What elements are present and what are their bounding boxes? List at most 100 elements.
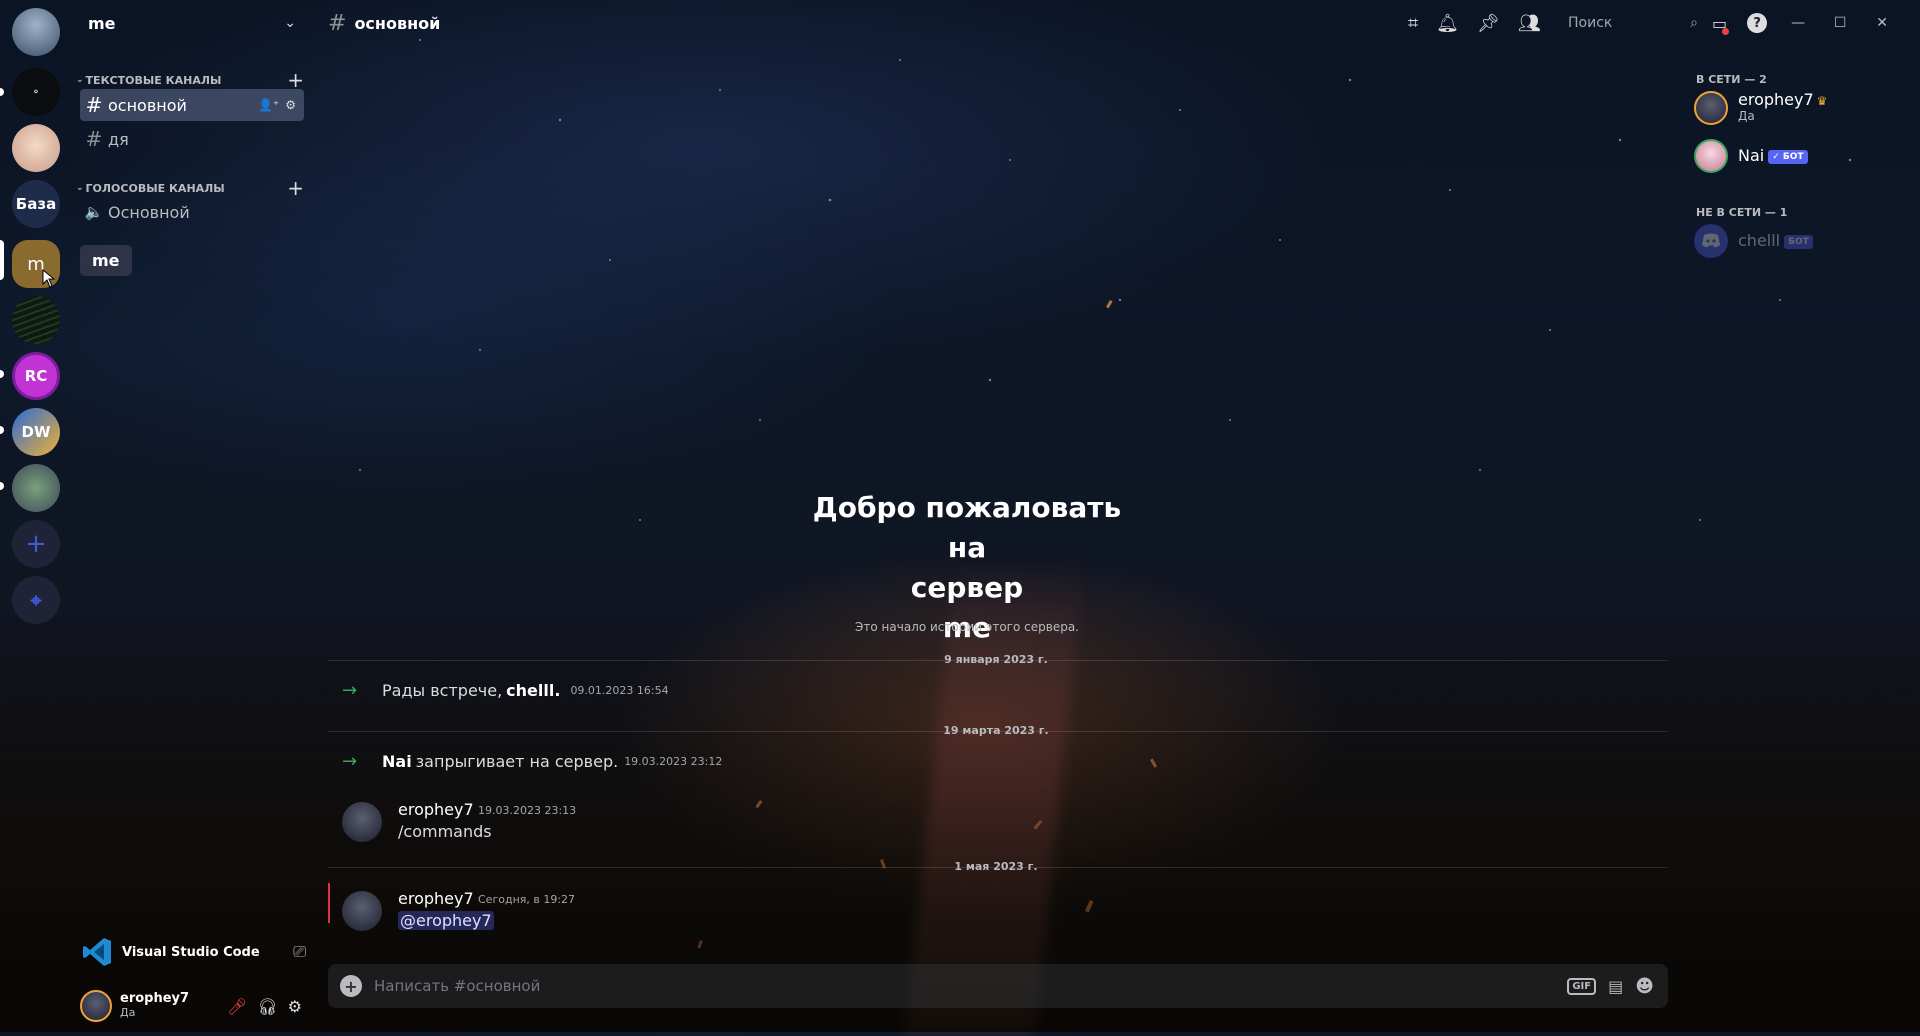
member-link[interactable]: chelll. bbox=[506, 681, 560, 700]
mention-highlight-bar bbox=[328, 883, 330, 923]
gif-button[interactable]: GIF bbox=[1567, 977, 1597, 995]
date-divider-label: 19 марта 2023 г. bbox=[943, 724, 1049, 737]
unread-indicator bbox=[0, 426, 4, 434]
unread-indicator bbox=[0, 370, 4, 378]
channel-sidebar: me ⌄ ⌄ Текстовые каналы + # основной 👤⁺ … bbox=[72, 0, 312, 1032]
inbox-icon[interactable]: ▭ bbox=[1712, 14, 1730, 35]
channel-header: # основной ⌗ 🔔︎ 📌︎ 👥︎ Поиск ⌕ ▭ ? — ☐ ✕ bbox=[312, 0, 1920, 46]
member-link[interactable]: Nai bbox=[382, 752, 412, 771]
user-info[interactable]: erophey7 Да bbox=[120, 992, 227, 1020]
add-attachment-button[interactable]: + bbox=[340, 975, 362, 997]
server-icon-rc[interactable]: RC bbox=[12, 352, 60, 400]
category-label: Голосовые каналы bbox=[85, 181, 225, 195]
timestamp: Сегодня, в 19:27 bbox=[478, 893, 576, 906]
emoji-icon[interactable]: ☻ bbox=[1635, 976, 1654, 997]
collapse-arrow-icon: ⌄ bbox=[76, 75, 84, 85]
user-panel: erophey7 Да 🎤︎ 🎧︎ ⚙ bbox=[72, 980, 312, 1032]
members-icon[interactable]: 👥︎ bbox=[1518, 13, 1541, 34]
member-status: Да bbox=[1738, 109, 1755, 123]
activity-panel[interactable]: Visual Studio Code ⎚ bbox=[80, 930, 312, 974]
system-message: → Nai запрыгивает на сервер. 19.03.2023 2… bbox=[342, 751, 723, 772]
channel-item-dya[interactable]: # дя bbox=[80, 123, 304, 155]
activity-name: Visual Studio Code bbox=[122, 944, 260, 960]
home-avatar-button[interactable] bbox=[12, 8, 60, 56]
welcome-subtitle: Это начало истории этого сервера. bbox=[855, 620, 1079, 634]
message-body: /commands bbox=[398, 822, 492, 841]
mute-mic-icon[interactable]: 🎤︎ bbox=[227, 997, 247, 1016]
collapse-arrow-icon: ⌄ bbox=[76, 183, 84, 193]
date-divider-label: 9 января 2023 г. bbox=[944, 653, 1048, 666]
message-composer: + Написать #основной GIF ▤ ☻ bbox=[328, 964, 1668, 1008]
chat-area: Добро пожаловать на сервер me Это начало… bbox=[312, 46, 1680, 1032]
channel-title: основной bbox=[354, 13, 441, 33]
join-arrow-icon: → bbox=[342, 680, 358, 701]
speaker-icon: 🔈 bbox=[84, 203, 104, 221]
user-mention[interactable]: @erophey7 bbox=[398, 911, 494, 930]
message[interactable]: erophey7 19.03.2023 23:13 /commands bbox=[328, 800, 1668, 844]
add-server-button[interactable]: + bbox=[12, 520, 60, 568]
member-item[interactable]: chelll БОТ bbox=[1694, 220, 1914, 262]
minimize-button[interactable]: — bbox=[1787, 15, 1809, 31]
timestamp: 19.03.2023 23:12 bbox=[624, 755, 723, 768]
gear-icon[interactable]: ⚙ bbox=[288, 997, 302, 1016]
crown-icon: ♛ bbox=[1816, 94, 1828, 108]
threads-icon[interactable]: ⌗ bbox=[1408, 13, 1418, 34]
user-status: Да bbox=[120, 1006, 136, 1019]
timestamp: 09.01.2023 16:54 bbox=[570, 684, 669, 697]
member-item[interactable]: erophey7 ♛ Да bbox=[1694, 87, 1914, 129]
mouse-cursor-icon bbox=[42, 268, 56, 288]
sticker-icon[interactable]: ▤ bbox=[1608, 977, 1623, 996]
message-author[interactable]: erophey7 bbox=[398, 889, 474, 908]
category-label: Текстовые каналы bbox=[85, 73, 222, 87]
avatar[interactable] bbox=[80, 990, 112, 1022]
message-input[interactable]: Написать #основной bbox=[374, 977, 1567, 995]
channel-label: Основной bbox=[108, 202, 190, 222]
vscode-icon bbox=[83, 938, 111, 966]
invite-icon[interactable]: 👤⁺ bbox=[258, 98, 279, 112]
bell-icon[interactable]: 🔔︎ bbox=[1436, 13, 1459, 34]
member-item[interactable]: Nai ✓ БОТ bbox=[1694, 135, 1914, 177]
guild-name: me bbox=[88, 13, 116, 33]
help-icon[interactable]: ? bbox=[1747, 13, 1768, 33]
join-arrow-icon: → bbox=[342, 751, 358, 772]
server-icon-gear[interactable] bbox=[12, 464, 60, 512]
member-name: Nai bbox=[1738, 146, 1765, 166]
server-rail: ⚬ База m RC DW + ⌖ bbox=[0, 0, 72, 1032]
screen-share-icon[interactable]: ⎚ bbox=[293, 942, 306, 962]
member-name: chelll bbox=[1738, 231, 1781, 251]
maximize-button[interactable]: ☐ bbox=[1829, 15, 1851, 31]
gear-icon[interactable]: ⚙ bbox=[285, 98, 296, 112]
pin-icon[interactable]: 📌︎ bbox=[1477, 13, 1500, 34]
server-icon-dw[interactable]: DW bbox=[12, 408, 60, 456]
selected-indicator bbox=[0, 240, 4, 280]
avatar bbox=[1694, 139, 1728, 173]
server-icon-dark[interactable]: ⚬ bbox=[12, 68, 60, 116]
channel-label: дя bbox=[108, 129, 129, 149]
channel-label: основной bbox=[108, 95, 187, 115]
avatar[interactable] bbox=[342, 802, 382, 842]
members-online-header: В сети — 2 bbox=[1696, 73, 1767, 86]
avatar bbox=[1694, 91, 1728, 125]
close-button[interactable]: ✕ bbox=[1871, 15, 1893, 31]
search-input[interactable]: Поиск ⌕ bbox=[1560, 10, 1704, 36]
hash-icon: # bbox=[85, 127, 103, 151]
avatar[interactable] bbox=[342, 891, 382, 931]
voice-channel-osnovnoy[interactable]: 🔈 Основной bbox=[80, 196, 304, 228]
search-placeholder: Поиск bbox=[1568, 15, 1613, 31]
members-offline-header: Не в сети — 1 bbox=[1696, 206, 1788, 219]
timestamp: 19.03.2023 23:13 bbox=[478, 804, 577, 817]
server-icon-baza[interactable]: База bbox=[12, 180, 60, 228]
server-icon-matrix[interactable] bbox=[12, 296, 60, 344]
hash-icon: # bbox=[328, 10, 347, 36]
headphones-icon[interactable]: 🎧︎ bbox=[257, 997, 277, 1016]
chevron-down-icon: ⌄ bbox=[284, 15, 296, 31]
system-message: → Рады встрече, chelll. 09.01.2023 16:54 bbox=[342, 680, 669, 701]
guild-header[interactable]: me ⌄ bbox=[72, 0, 312, 46]
username: erophey7 bbox=[120, 991, 190, 1006]
explore-servers-button[interactable]: ⌖ bbox=[12, 576, 60, 624]
bot-badge: ✓ БОТ bbox=[1768, 149, 1808, 164]
message[interactable]: erophey7 Сегодня, в 19:27 @erophey7 bbox=[328, 883, 1668, 933]
message-author[interactable]: erophey7 bbox=[398, 800, 474, 819]
server-icon-cat[interactable] bbox=[12, 124, 60, 172]
channel-item-osnovnoy[interactable]: # основной 👤⁺ ⚙ bbox=[80, 89, 304, 121]
